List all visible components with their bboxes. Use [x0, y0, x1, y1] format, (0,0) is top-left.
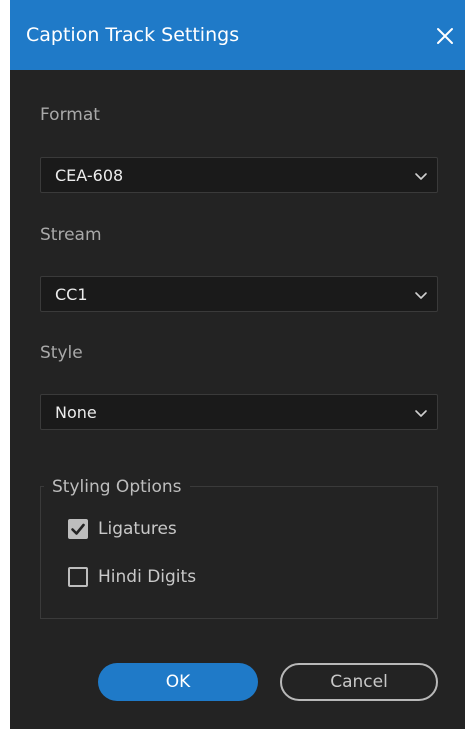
style-select[interactable]: None: [40, 394, 438, 430]
stream-label: Stream: [40, 225, 102, 245]
format-select-value: CEA-608: [55, 166, 124, 185]
ligatures-checkbox[interactable]: [68, 519, 88, 539]
chevron-down-icon: [415, 410, 427, 417]
ok-button[interactable]: OK: [98, 663, 258, 701]
style-label: Style: [40, 343, 83, 363]
hindi-digits-checkbox[interactable]: [68, 567, 88, 587]
styling-options-group: [40, 486, 438, 619]
stream-select[interactable]: CC1: [40, 276, 438, 312]
caption-track-settings-dialog: Caption Track Settings Format CEA-608 St…: [10, 0, 465, 729]
close-button[interactable]: [425, 16, 465, 56]
ligatures-label: Ligatures: [98, 519, 177, 539]
hindi-digits-label: Hindi Digits: [98, 567, 197, 587]
stream-select-value: CC1: [55, 285, 88, 304]
style-select-value: None: [55, 403, 97, 422]
dialog-titlebar: Caption Track Settings: [10, 0, 465, 70]
styling-options-legend: Styling Options: [44, 476, 190, 498]
close-icon: [437, 28, 453, 44]
chevron-down-icon: [415, 292, 427, 299]
format-select[interactable]: CEA-608: [40, 157, 438, 193]
cancel-button[interactable]: Cancel: [280, 663, 438, 701]
format-label: Format: [40, 105, 100, 125]
dialog-title: Caption Track Settings: [26, 24, 240, 46]
checkmark-icon: [71, 523, 85, 535]
chevron-down-icon: [415, 173, 427, 180]
